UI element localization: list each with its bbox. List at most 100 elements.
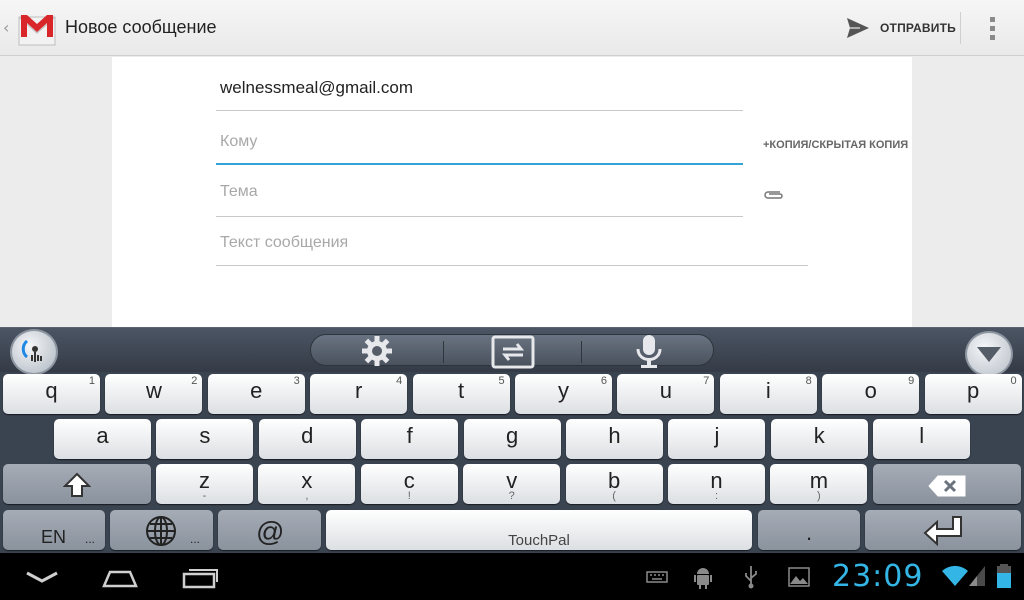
keyboard-notification-icon [646, 571, 668, 583]
key-label: w [145, 378, 162, 403]
key-symbol-hint: ( [612, 490, 616, 502]
key-u[interactable]: u7 [617, 374, 715, 414]
key-l[interactable]: l [873, 419, 971, 459]
recent-apps-button[interactable] [180, 563, 220, 591]
key-k[interactable]: k [770, 419, 868, 459]
key-label: l [919, 423, 925, 448]
usb-icon [745, 566, 757, 589]
action-bar-divider [960, 12, 961, 44]
subject-field[interactable]: Тема [216, 165, 743, 217]
key-e[interactable]: e3 [207, 374, 305, 414]
key-f[interactable]: f [361, 419, 459, 459]
switch-layout-button[interactable] [444, 335, 581, 369]
key-number-hint: 3 [293, 375, 300, 387]
key-j[interactable]: j [668, 419, 766, 459]
subject-placeholder: Тема [220, 183, 258, 200]
key-n[interactable]: n: [668, 464, 765, 504]
key-g[interactable]: g [463, 419, 561, 459]
at-key[interactable]: @ [218, 510, 321, 550]
key-b[interactable]: b( [565, 464, 663, 504]
send-button[interactable]: ОТПРАВИТЬ [838, 8, 958, 48]
backspace-icon [928, 475, 966, 497]
key-s[interactable]: s [156, 419, 254, 459]
key-r[interactable]: r4 [310, 374, 408, 414]
from-field[interactable]: welnessmeal@gmail.com [216, 57, 743, 111]
key-label: t [458, 378, 465, 403]
key-symbol-hint: ? [508, 490, 515, 502]
key-i[interactable]: i8 [719, 374, 817, 414]
backspace-key[interactable] [873, 464, 1021, 504]
more-dots: ... [190, 532, 201, 546]
overflow-menu-icon[interactable] [976, 12, 1008, 44]
battery-icon [997, 564, 1011, 588]
paperclip-icon[interactable] [762, 189, 784, 201]
message-body-field[interactable]: Текст сообщения [216, 217, 808, 266]
key-a[interactable]: a [54, 419, 151, 459]
key-label: e [250, 378, 263, 403]
key-label: j [714, 423, 720, 448]
key-symbol-hint: - [202, 490, 207, 502]
key-label: u [659, 378, 673, 403]
enter-key[interactable] [865, 510, 1021, 550]
hide-keyboard-icon [977, 347, 1001, 362]
key-number-hint: 5 [498, 375, 505, 387]
key-label: a [96, 423, 109, 448]
back-button[interactable] [22, 563, 62, 591]
key-t[interactable]: t5 [412, 374, 510, 414]
period-key[interactable]: . [758, 510, 860, 550]
key-c[interactable]: c! [360, 464, 458, 504]
key-v[interactable]: v? [463, 464, 561, 504]
enter-icon [923, 516, 962, 547]
keyboard-settings-button[interactable] [311, 335, 443, 367]
compose-form: welnessmeal@gmail.com Кому +КОПИЯ/СКРЫТА… [112, 57, 912, 327]
from-value: welnessmeal@gmail.com [220, 78, 413, 97]
key-m[interactable]: m) [770, 464, 868, 504]
voice-input-button[interactable] [582, 335, 715, 368]
key-symbol-hint: ) [817, 490, 821, 502]
key-number-hint: 6 [600, 375, 607, 387]
to-field[interactable]: Кому [216, 111, 743, 165]
key-y[interactable]: y6 [515, 374, 612, 414]
system-bar: 23:09 [0, 553, 1024, 600]
signal-icon [969, 566, 985, 586]
gmail-icon[interactable] [15, 7, 59, 49]
key-symbol-hint: : [714, 490, 719, 502]
send-label: ОТПРАВИТЬ [880, 21, 956, 35]
page-title: Новое сообщение [65, 17, 217, 37]
at-label: @ [256, 516, 285, 547]
recent-apps-icon [182, 569, 218, 589]
language-label: EN [41, 527, 67, 547]
hide-keyboard-button[interactable] [965, 331, 1013, 377]
microphone-icon [636, 335, 661, 368]
key-number-hint: 8 [805, 375, 812, 387]
more-dots: ... [85, 532, 96, 546]
keyboard-tools [310, 334, 715, 369]
shift-key[interactable] [3, 464, 151, 504]
key-label: d [301, 423, 314, 448]
key-label: y [558, 378, 569, 403]
switch-layout-icon [491, 335, 534, 369]
key-p[interactable]: p0 [924, 374, 1022, 414]
key-q[interactable]: q1 [3, 374, 100, 414]
up-caret-icon[interactable]: ‹ [3, 18, 9, 37]
key-x[interactable]: x, [258, 464, 356, 504]
key-o[interactable]: o9 [822, 374, 920, 414]
space-key[interactable]: TouchPal [326, 510, 752, 550]
send-icon [847, 18, 869, 38]
to-placeholder: Кому [220, 133, 258, 150]
key-label: p [966, 378, 980, 403]
globe-key[interactable]: ... [110, 510, 213, 550]
key-h[interactable]: h [566, 419, 663, 459]
touchpal-logo-icon[interactable] [10, 329, 58, 375]
home-button[interactable] [100, 563, 140, 591]
key-label: f [406, 423, 413, 448]
key-number-hint: 2 [191, 375, 198, 387]
language-key[interactable]: EN ... [3, 510, 105, 550]
cc-bcc-button[interactable]: +КОПИЯ/СКРЫТАЯ КОПИЯ [763, 139, 908, 151]
key-z[interactable]: z- [156, 464, 253, 504]
key-number-hint: 0 [1010, 375, 1017, 387]
key-d[interactable]: d [258, 419, 356, 459]
key-w[interactable]: w2 [105, 374, 203, 414]
soft-keyboard: EN ... ... @ TouchPal . q1w2e3r4t5y6u7i8… [0, 327, 1024, 553]
action-bar: ‹ Новое сообщение ОТПРАВИТЬ [0, 0, 1024, 56]
